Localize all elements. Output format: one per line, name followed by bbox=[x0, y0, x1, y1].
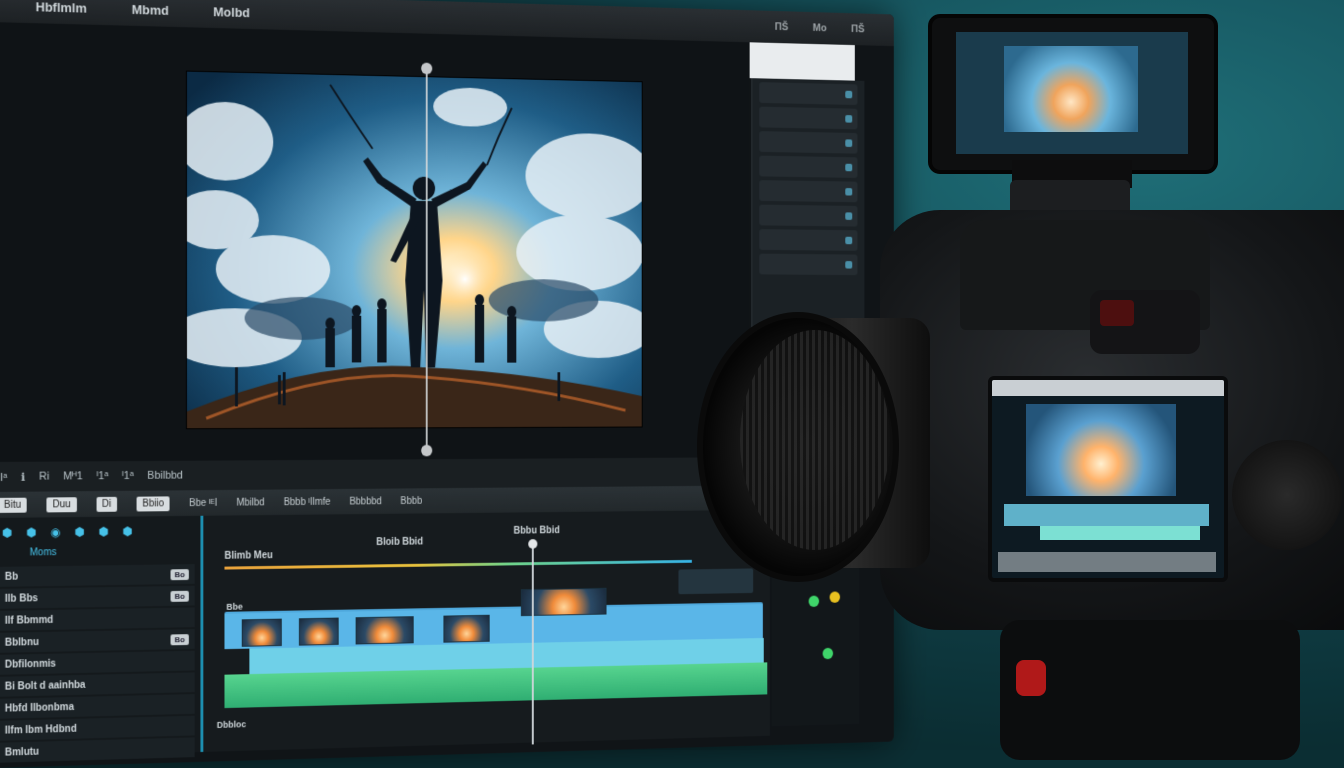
marker-label-2: Bbbu Bbid bbox=[514, 525, 560, 536]
track-item[interactable]: Dbfilonmis bbox=[0, 651, 195, 675]
inspector-row[interactable] bbox=[759, 131, 857, 153]
timeline-playhead[interactable] bbox=[532, 543, 534, 744]
tracks-title: Moms bbox=[0, 545, 200, 565]
clip-thumbnail[interactable] bbox=[299, 618, 339, 646]
clip-thumbnail[interactable] bbox=[242, 619, 282, 647]
camera-top-monitor bbox=[928, 14, 1218, 174]
track-item[interactable]: Bmlutu bbox=[0, 737, 195, 762]
tool-icon[interactable]: ⬢ bbox=[26, 525, 36, 539]
track-item[interactable]: Bi Bolt d aainhba bbox=[0, 672, 195, 696]
menu-right-3[interactable]: ΠŠ bbox=[851, 24, 864, 36]
video-label: Bbe bbox=[226, 602, 242, 612]
inspector-row[interactable] bbox=[759, 107, 857, 130]
track-item[interactable]: Ilfm lbm Hdbnd bbox=[0, 716, 195, 741]
track-item[interactable]: Bb Bo bbox=[0, 564, 195, 587]
ruler-label: Bbbb bbox=[400, 496, 422, 507]
track-item[interactable]: Bblbnu Bo bbox=[0, 629, 195, 653]
tool-icon[interactable]: ⬢ bbox=[74, 525, 84, 539]
viewfinder-eyecup bbox=[1100, 300, 1134, 326]
ruler-chip[interactable]: Bbiio bbox=[137, 496, 170, 511]
lens-focus-ring bbox=[740, 330, 890, 550]
transport-item[interactable]: Bbilbbd bbox=[147, 470, 183, 482]
ruler-label: Bbbbbd bbox=[349, 496, 381, 507]
transport-item[interactable]: ᴵ1ᵃ bbox=[122, 470, 134, 482]
inspector-row[interactable] bbox=[759, 156, 857, 178]
menu-right-2[interactable]: Mo bbox=[813, 22, 827, 34]
camera-dial bbox=[1232, 440, 1342, 550]
ruler-chip[interactable]: Duu bbox=[47, 497, 77, 512]
preview-scrubber[interactable] bbox=[426, 68, 428, 450]
ruler-label: Mbilbd bbox=[236, 497, 264, 508]
transport-item[interactable]: Ri bbox=[39, 471, 49, 483]
ruler-chip[interactable]: Bitu bbox=[0, 497, 27, 512]
menu-right-1[interactable]: ΠŠ bbox=[775, 21, 788, 33]
track-item[interactable]: Ilb Bbs Bo bbox=[0, 586, 195, 609]
camera-lcd bbox=[988, 376, 1228, 582]
marker-label: Bloib Bbid bbox=[376, 537, 423, 548]
ruler-label: Bbbb ᴵIlmfe bbox=[284, 496, 331, 507]
track-label: Blimb Meu bbox=[224, 550, 272, 561]
level-indicator bbox=[809, 596, 820, 607]
menu-item-mode[interactable]: Mbmd bbox=[132, 2, 169, 18]
track-item[interactable]: Hbfd Ilbonbma bbox=[0, 694, 195, 719]
track-tools: ⬢ ⬢ ◉ ⬢ ⬢ ⬢ bbox=[0, 516, 200, 548]
color-track[interactable] bbox=[224, 560, 691, 570]
level-indicator bbox=[823, 648, 833, 659]
inspector-row[interactable] bbox=[759, 205, 857, 227]
inspector-row[interactable] bbox=[759, 180, 857, 202]
transport-item[interactable]: ᴵ1ᵃ bbox=[96, 470, 108, 482]
top-monitor-screen bbox=[956, 32, 1188, 154]
ruler-label: Bbe ᴵᴱI bbox=[189, 497, 217, 508]
inspector-row[interactable] bbox=[759, 254, 857, 276]
inspector-row[interactable] bbox=[759, 82, 857, 105]
tracks-panel: ⬢ ⬢ ◉ ⬢ ⬢ ⬢ Moms Bb Bo Ilb Bbs Bo Ilf Bbmm… bbox=[0, 516, 203, 758]
red-knob bbox=[1016, 660, 1046, 696]
level-indicator bbox=[830, 591, 840, 602]
track-item[interactable]: Ilf Bbmmd bbox=[0, 607, 195, 630]
preview-frame[interactable] bbox=[186, 71, 643, 430]
transport-item[interactable]: Ⅰᵃ bbox=[0, 470, 7, 483]
tool-icon[interactable]: ⬢ bbox=[122, 524, 132, 538]
clip-block[interactable] bbox=[678, 568, 753, 594]
bottom-label: Dbbloc bbox=[217, 719, 246, 730]
tool-icon[interactable]: ⬢ bbox=[98, 525, 108, 539]
transport-item[interactable]: ℹ bbox=[21, 470, 25, 483]
menu-item-model[interactable]: Molbd bbox=[213, 4, 250, 20]
clip-thumbnail[interactable] bbox=[356, 616, 414, 644]
ruler-chip[interactable]: Di bbox=[96, 496, 117, 511]
tool-icon[interactable]: ⬢ bbox=[2, 526, 12, 540]
transport-item[interactable]: Mᴴ1 bbox=[63, 470, 83, 482]
menu-item-file[interactable]: Hbflmlm bbox=[36, 0, 87, 15]
clip-thumbnail[interactable] bbox=[443, 615, 489, 643]
preview-image bbox=[187, 72, 642, 429]
tool-icon[interactable]: ◉ bbox=[50, 525, 60, 539]
inspector-row[interactable] bbox=[759, 229, 857, 251]
timeline: Blimb Meu Bloib Bbid Bbbu Bbid Bbe Dbblo… bbox=[203, 510, 770, 752]
clip-thumbnail[interactable] bbox=[521, 588, 607, 616]
